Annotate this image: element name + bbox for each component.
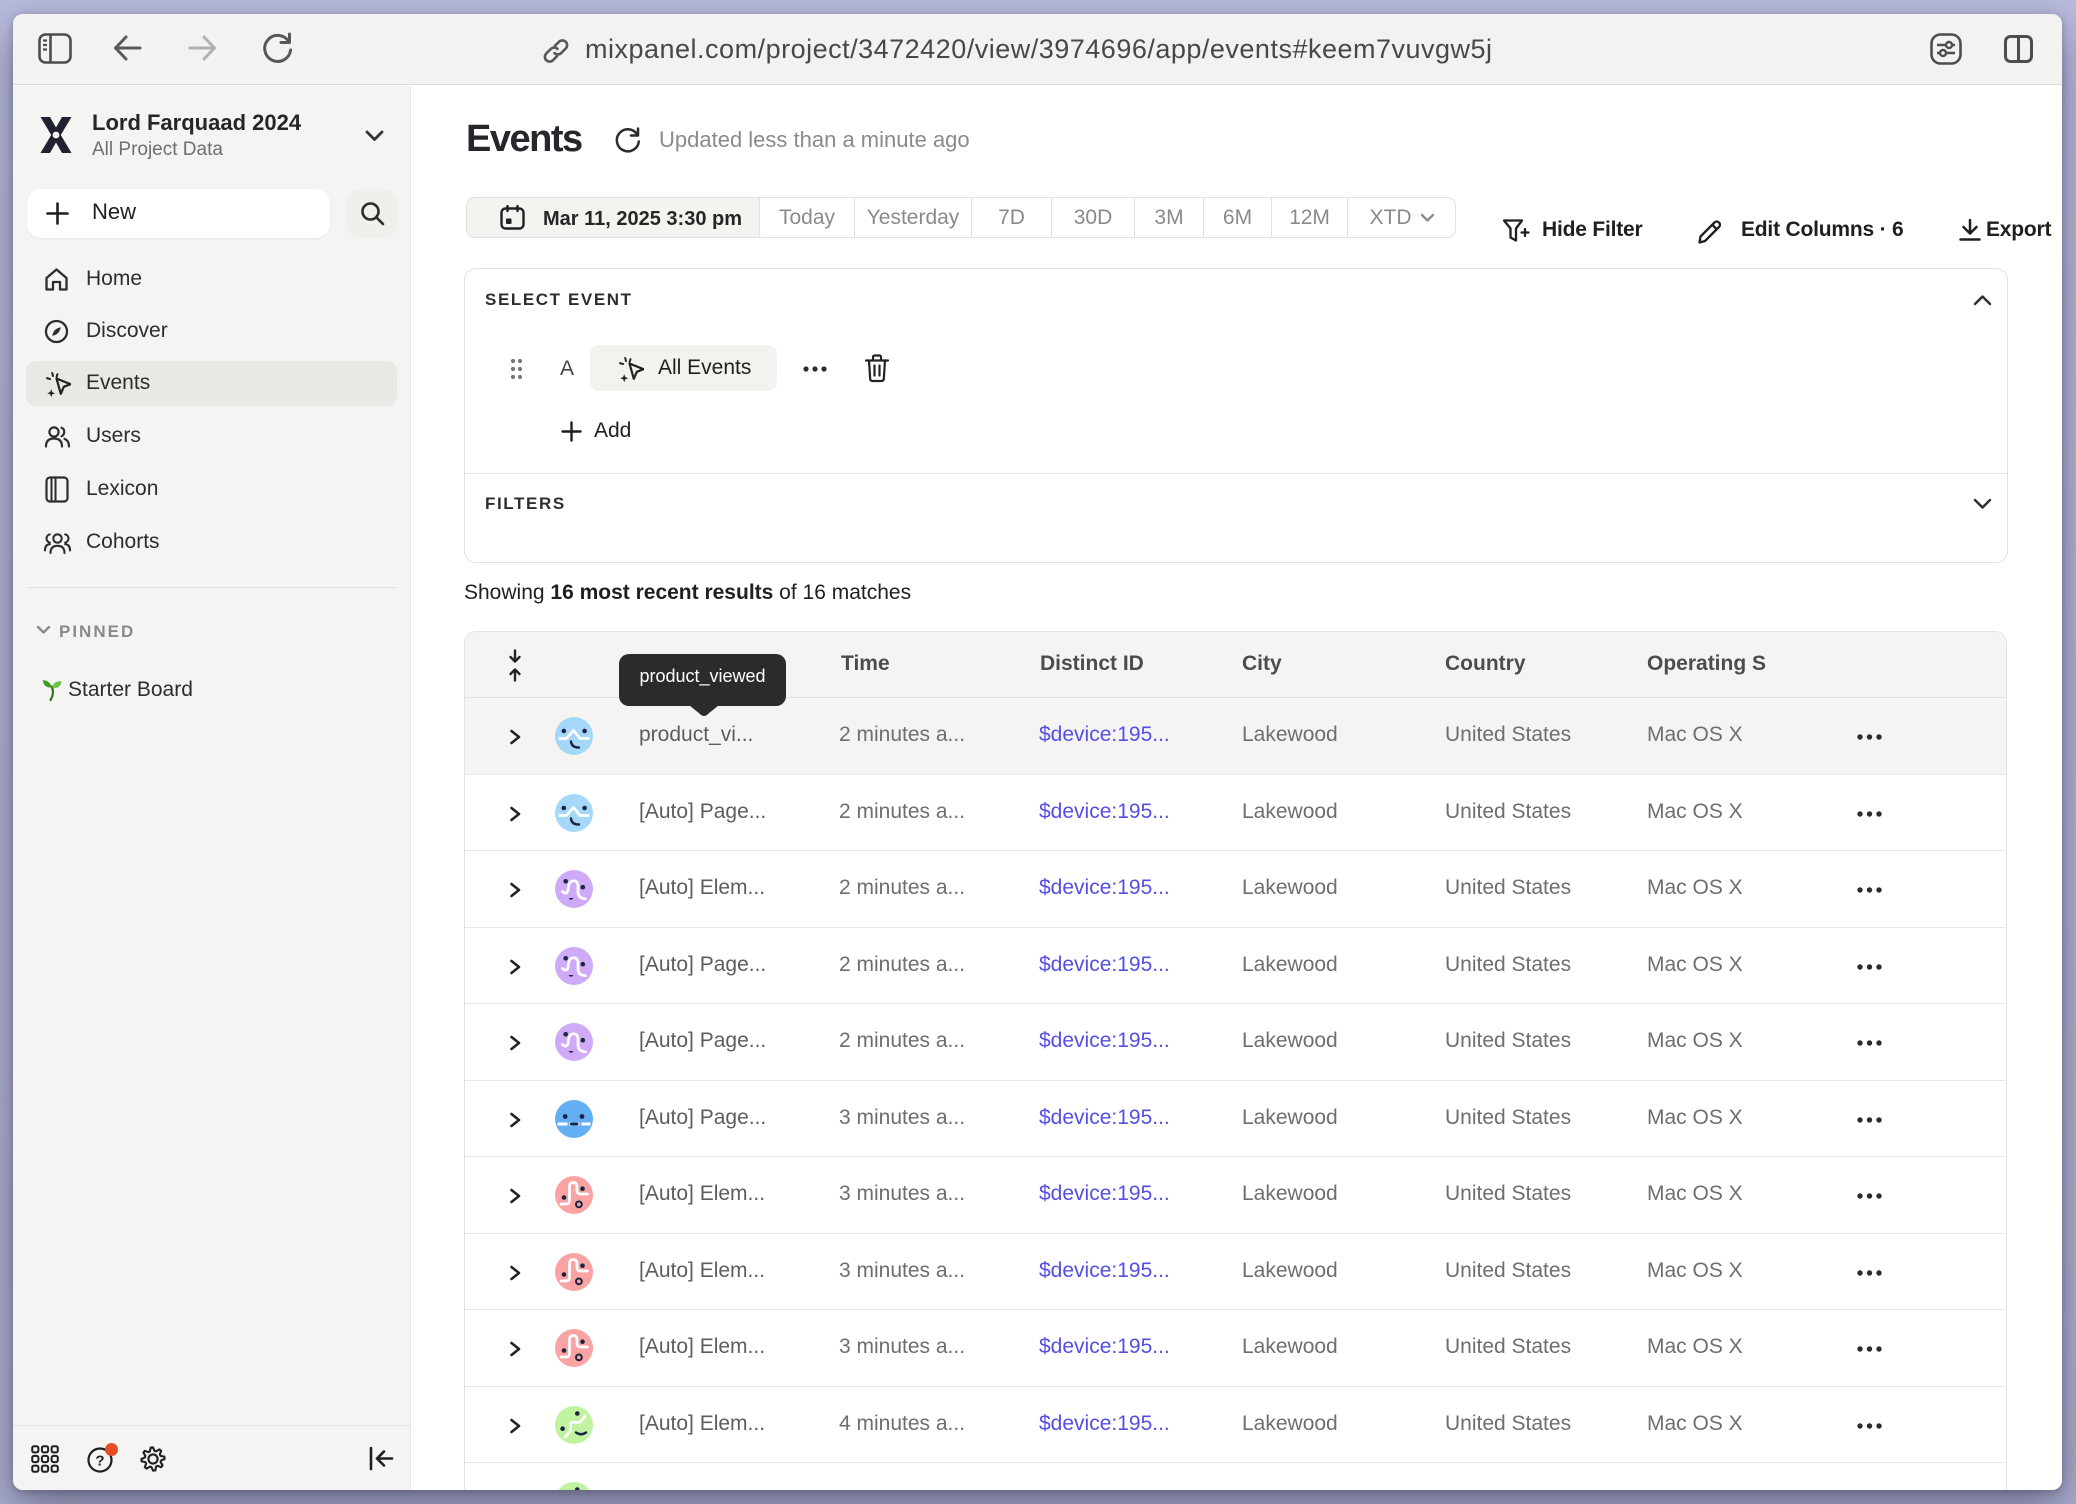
svg-text:?: ? xyxy=(95,1453,104,1470)
